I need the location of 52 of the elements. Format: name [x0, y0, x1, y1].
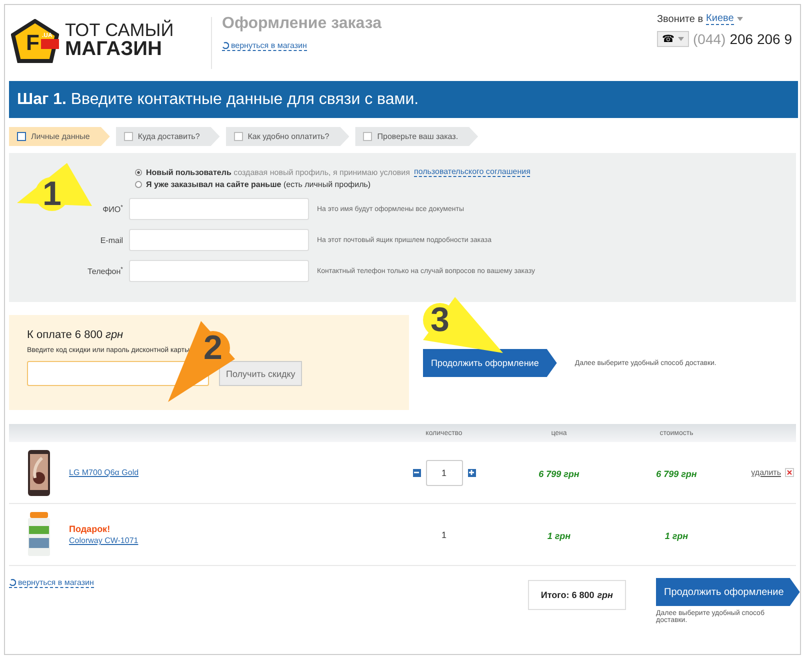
continue-button[interactable]: Продолжить оформление — [423, 349, 557, 377]
call-label: Звоните в — [657, 14, 704, 24]
option-label: Я уже заказывал на сайте раньше (есть личный профиль) — [146, 180, 371, 189]
city-link[interactable]: Киеве — [706, 13, 734, 25]
back-link[interactable]: вернуться в магазин — [222, 41, 307, 51]
phone-select-button[interactable]: ☎ — [657, 31, 690, 47]
field-label: ФИО — [102, 204, 121, 214]
gift-label: Подарок! — [69, 524, 112, 534]
page-title: Оформление заказа — [222, 15, 382, 33]
field-label: E-mail — [100, 236, 123, 244]
required-mark: * — [120, 204, 123, 210]
step-tab[interactable]: Проверьте ваш заказ. — [355, 127, 478, 146]
product-link[interactable]: LG M700 Q6α Gold — [69, 468, 389, 477]
quantity: 1 — [441, 530, 446, 540]
logo-text: ТОТ САМЫЙ — [65, 21, 174, 40]
close-icon[interactable] — [785, 468, 794, 477]
caret-icon — [678, 37, 684, 41]
payment-total: К оплате 6 800 грн — [27, 329, 124, 341]
radio-button[interactable] — [135, 181, 142, 188]
order-total: Итого: 6 800 грн — [528, 580, 626, 610]
input-field[interactable] — [129, 198, 309, 220]
field-label: Телефон — [87, 266, 121, 276]
caret-icon — [736, 17, 743, 21]
step-tab[interactable]: Куда доставить? — [116, 127, 220, 146]
input-field[interactable] — [129, 229, 309, 251]
radio-button[interactable] — [135, 168, 142, 176]
plus-button[interactable] — [468, 468, 476, 476]
product-link[interactable]: Colorway CW-1071 — [69, 536, 389, 545]
cost: 1 грн — [664, 530, 688, 540]
phone-number: 206 206 9 — [730, 31, 792, 47]
price: 1 грн — [547, 530, 571, 540]
logo-letter: F — [26, 30, 40, 56]
back-link[interactable]: вернуться в магазин — [9, 578, 94, 588]
quantity-field[interactable]: 1 — [426, 460, 462, 486]
minus-icon — [413, 469, 420, 476]
phone-code: (044) — [693, 31, 726, 47]
discount-button[interactable]: Получить скидку — [219, 361, 302, 386]
minus-button[interactable] — [412, 468, 420, 476]
input-field[interactable] — [129, 260, 309, 282]
remove-link[interactable]: удалить — [751, 468, 781, 477]
step-banner-text: Шаг 1. Введите контактные данные для связи с вами. — [17, 90, 419, 108]
continue-button[interactable]: Продолжить оформление — [656, 578, 800, 606]
agreement-link[interactable]: пользовательского соглашения — [414, 167, 530, 177]
step-tab[interactable]: Как удобно оплатить? — [226, 127, 350, 146]
price: 6 799 грн — [538, 468, 580, 478]
step-tab[interactable]: Личные данные — [9, 127, 110, 146]
option-label: Новый пользователь создавая новый профиль, я принимаю условия — [146, 168, 410, 176]
plus-icon — [468, 469, 475, 476]
cost: 6 799 грн — [656, 468, 697, 478]
logo-text: МАГАЗИН — [65, 40, 163, 59]
logo-icon — [11, 19, 59, 63]
required-mark: * — [120, 266, 123, 272]
